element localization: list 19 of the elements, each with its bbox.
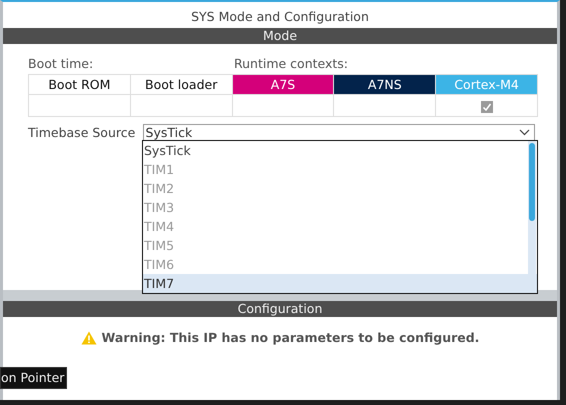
section-header: Mode (3, 28, 557, 44)
dropdown-option[interactable]: TIM7 (143, 274, 537, 293)
warning-text: Warning: This IP has no parameters to be configured. (102, 330, 480, 345)
warning-icon (80, 330, 97, 344)
scrollbar-thumb[interactable] (529, 143, 535, 221)
dropdown-option[interactable]: SysTick (143, 141, 528, 160)
checkbox[interactable] (480, 100, 493, 113)
context-header-cell: A7NS (334, 74, 436, 94)
section-header: Configuration (3, 301, 557, 317)
field-label: Timebase Source (28, 125, 136, 140)
window-title: SYS Mode and Configuration (191, 8, 369, 24)
tooltip: on Pointer (0, 367, 68, 389)
context-header-cell: Cortex-M4 (436, 74, 538, 94)
table-header-cell: Boot loader (130, 74, 232, 94)
boot-time-label: Boot time: (28, 56, 94, 72)
chevron-down-icon (519, 129, 530, 136)
runtime-label: Runtime contexts: (234, 56, 348, 72)
context-header-cell: A7S (232, 74, 334, 94)
table-header-cell: Boot ROM (28, 74, 130, 94)
